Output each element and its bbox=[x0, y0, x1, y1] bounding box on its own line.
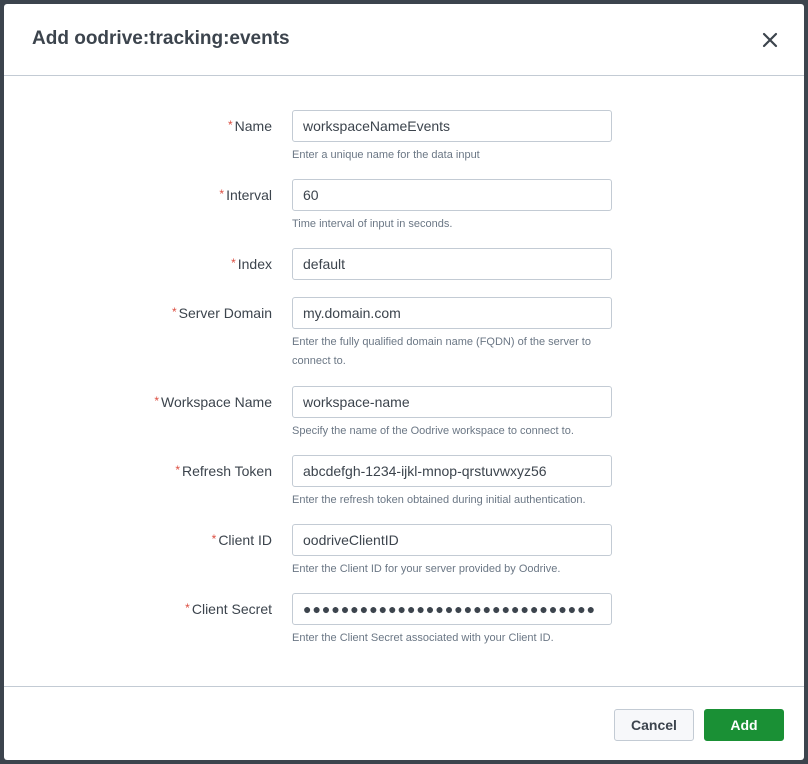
field-label: * Interval bbox=[219, 187, 272, 203]
add-input-dialog: Add oodrive:tracking:events *Name Enter … bbox=[4, 4, 804, 760]
add-button[interactable]: Add bbox=[704, 709, 784, 741]
server-domain-input[interactable] bbox=[292, 297, 612, 329]
help-text: Specify the name of the Oodrive workspac… bbox=[292, 425, 574, 437]
required-marker: * bbox=[231, 256, 236, 270]
refresh-token-input[interactable] bbox=[292, 455, 612, 487]
required-marker: * bbox=[154, 394, 159, 408]
workspace-name-input[interactable] bbox=[292, 386, 612, 418]
field-label: * Server Domain bbox=[171, 305, 272, 321]
cancel-button[interactable]: Cancel bbox=[614, 709, 694, 741]
client-id-input[interactable] bbox=[292, 524, 612, 556]
help-text: Enter the Client Secret associated with … bbox=[292, 632, 554, 644]
required-marker: * bbox=[219, 187, 225, 201]
field-label: * Client ID bbox=[211, 532, 272, 548]
field-label: * Refresh Token bbox=[175, 463, 272, 479]
client-secret-input[interactable] bbox=[292, 593, 612, 625]
help-text: Enter a unique name for the data input bbox=[292, 149, 480, 161]
dialog-body: *Name Enter a unique name for the data i… bbox=[4, 76, 804, 686]
help-text: Enter the fully qualified domain name (F… bbox=[292, 336, 591, 367]
close-icon bbox=[762, 32, 778, 48]
help-text: Time interval of input in seconds. bbox=[292, 218, 453, 230]
field-label: * Index bbox=[231, 256, 272, 272]
name-input[interactable] bbox=[292, 110, 612, 142]
required-marker: * bbox=[171, 305, 177, 319]
close-button[interactable] bbox=[758, 28, 782, 52]
field-label: * Client Secret bbox=[185, 601, 272, 617]
index-input[interactable] bbox=[292, 248, 612, 280]
required-marker: * bbox=[185, 601, 190, 615]
required-marker: * bbox=[175, 463, 180, 477]
field-label: * Name bbox=[227, 118, 272, 134]
field-label: * Workspace Name bbox=[154, 394, 272, 410]
help-text: Enter the refresh token obtained during … bbox=[292, 494, 586, 506]
interval-input[interactable] bbox=[292, 179, 612, 211]
dialog-footer: Cancel Add bbox=[4, 686, 804, 760]
dialog-header: Add oodrive:tracking:events bbox=[4, 4, 804, 76]
required-marker: * bbox=[211, 532, 217, 546]
required-marker: * bbox=[227, 118, 233, 132]
dialog-title: Add oodrive:tracking:events bbox=[32, 28, 290, 49]
help-text: Enter the Client ID for your server prov… bbox=[292, 563, 561, 575]
